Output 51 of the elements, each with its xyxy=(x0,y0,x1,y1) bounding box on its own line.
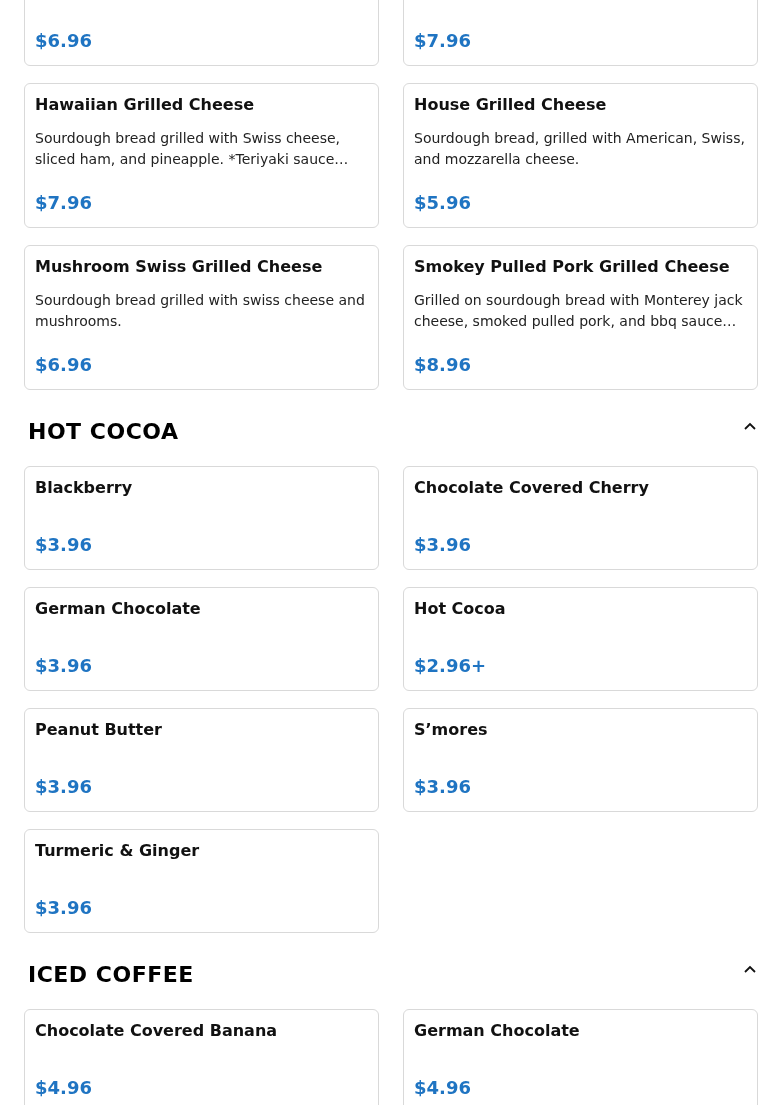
menu-item-card[interactable]: $6.96 xyxy=(24,0,379,66)
item-name: Blackberry xyxy=(35,477,134,499)
menu-item-card[interactable]: Blackberry $3.96 xyxy=(24,466,379,570)
menu-item-card[interactable]: S’mores $3.96 xyxy=(403,708,758,812)
menu-item-card[interactable]: Peanut Butter $3.96 xyxy=(24,708,379,812)
menu-item-card[interactable]: German Chocolate $3.96 xyxy=(24,587,379,691)
item-description: Grilled on sourdough bread with Monterey jack cheese, smoked pulled pork, and bbq sauce… xyxy=(414,291,744,331)
item-name: Chocolate Covered Cherry xyxy=(414,477,650,499)
item-name: Chocolate Covered Banana xyxy=(35,1020,279,1042)
menu-item-card[interactable]: $7.96 xyxy=(403,0,758,66)
item-price: $3.96 xyxy=(35,654,93,678)
item-price: $2.96+ xyxy=(414,654,488,678)
item-price: $5.96 xyxy=(414,191,472,215)
item-name: German Chocolate xyxy=(35,598,202,620)
item-name: S’mores xyxy=(414,719,489,741)
item-price: $7.96 xyxy=(35,191,93,215)
item-price: $3.96 xyxy=(35,775,93,799)
menu-item-card[interactable]: Hot Cocoa $2.96+ xyxy=(403,587,758,691)
menu-item-card[interactable]: Mushroom Swiss Grilled Cheese Sourdough bread grilled with swiss cheese and mushrooms. $6.96 xyxy=(24,245,379,390)
item-name: Hot Cocoa xyxy=(414,598,507,620)
item-name: Hawaiian Grilled Cheese xyxy=(35,94,256,116)
item-name: Turmeric & Ginger xyxy=(35,840,201,862)
item-description: Sourdough bread grilled with Swiss cheese, sliced ham, and pineapple. *Teriyaki sauce… xyxy=(35,129,350,169)
item-description: Sourdough bread grilled with swiss cheese and mushrooms. xyxy=(35,291,366,331)
collapse-chevron-icon[interactable] xyxy=(744,965,756,973)
item-name: Mushroom Swiss Grilled Cheese xyxy=(35,256,324,278)
section-title: ICED COFFEE xyxy=(28,961,194,989)
item-price: $6.96 xyxy=(35,353,93,377)
item-price: $6.96 xyxy=(35,29,93,53)
menu-item-card[interactable]: Chocolate Covered Cherry $3.96 xyxy=(403,466,758,570)
item-name: German Chocolate xyxy=(414,1020,581,1042)
section-title: HOT COCOA xyxy=(28,418,179,446)
menu-item-card[interactable]: Hawaiian Grilled Cheese Sourdough bread grilled with Swiss cheese, sliced ham, and pineapple. *Teriyaki sauce… $7.96 xyxy=(24,83,379,228)
menu-item-card[interactable]: German Chocolate $4.96 xyxy=(403,1009,758,1105)
item-price: $3.96 xyxy=(414,533,472,557)
item-name: Peanut Butter xyxy=(35,719,163,741)
item-price: $3.96 xyxy=(35,896,93,920)
menu-item-card[interactable]: Smokey Pulled Pork Grilled Cheese Grilled on sourdough bread with Monterey jack cheese, smoked pulled pork, and bbq sauce… $8.96 xyxy=(403,245,758,390)
item-price: $8.96 xyxy=(414,353,472,377)
item-name: House Grilled Cheese xyxy=(414,94,608,116)
menu-item-card[interactable]: House Grilled Cheese Sourdough bread, grilled with American, Swiss, and mozzarella cheese. $5.96 xyxy=(403,83,758,228)
item-price: $4.96 xyxy=(414,1076,472,1100)
item-price: $7.96 xyxy=(414,29,472,53)
item-description: Sourdough bread, grilled with American, Swiss, and mozzarella cheese. xyxy=(414,129,746,169)
item-price: $3.96 xyxy=(35,533,93,557)
menu-item-card[interactable]: Turmeric & Ginger $3.96 xyxy=(24,829,379,933)
item-name: Smokey Pulled Pork Grilled Cheese xyxy=(414,256,731,278)
collapse-chevron-icon[interactable] xyxy=(744,422,756,430)
item-price: $4.96 xyxy=(35,1076,93,1100)
menu-item-card[interactable]: Chocolate Covered Banana $4.96 xyxy=(24,1009,379,1105)
item-price: $3.96 xyxy=(414,775,472,799)
